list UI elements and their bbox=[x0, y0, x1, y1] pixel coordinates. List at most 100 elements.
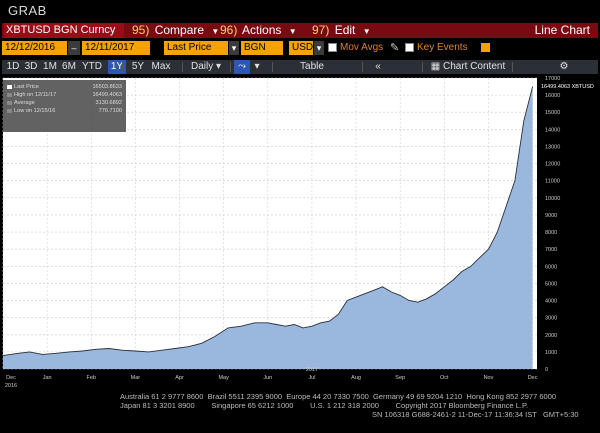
key-events-checkbox[interactable] bbox=[405, 43, 414, 52]
chevron-down-icon: ▼ bbox=[288, 27, 297, 36]
y-tick-label: 1000 bbox=[545, 350, 557, 356]
compare-number: 95) bbox=[132, 23, 150, 37]
y-tick-label: 2000 bbox=[545, 333, 557, 339]
y-tick-label: 7000 bbox=[545, 247, 557, 253]
x-tick-label: Apr bbox=[175, 375, 184, 381]
y-tick-label: 12000 bbox=[545, 162, 560, 168]
chevron-down-icon[interactable]: ▾ bbox=[314, 41, 324, 55]
legend-swatch bbox=[7, 108, 12, 113]
y-tick-label: 13000 bbox=[545, 144, 560, 150]
last-price-label: 16499.4063 XBTUSD bbox=[541, 84, 594, 90]
source-field[interactable]: BGN bbox=[241, 41, 283, 55]
legend-item: High on 12/11/17 bbox=[7, 91, 56, 99]
settings-bar: 12/12/2016 – 12/11/2017 Last Price ▾ BGN… bbox=[2, 40, 598, 58]
period-button-1m[interactable]: 1M bbox=[42, 60, 58, 74]
x-tick-label: May bbox=[218, 375, 229, 381]
key-events-options-icon[interactable] bbox=[481, 43, 490, 52]
y-tick-label: 5000 bbox=[545, 281, 557, 287]
x-tick-label: Jul bbox=[308, 375, 315, 381]
pencil-icon[interactable]: ✎ bbox=[390, 41, 399, 55]
key-events-label: Key Events bbox=[417, 42, 468, 53]
legend-value: 776.7100 bbox=[98, 108, 122, 114]
actions-number: 96) bbox=[220, 23, 238, 37]
x-tick-label: Dec bbox=[6, 375, 16, 381]
x-tick-label: Jun bbox=[263, 375, 272, 381]
legend-swatch bbox=[7, 92, 12, 97]
compare-label: Compare bbox=[154, 23, 205, 37]
x-tick-label: Nov bbox=[484, 375, 494, 381]
period-toolbar: 1D 3D 1M 6M YTD 1Y 5Y Max Daily ▾ ⤳ ▾ Table « ▦ Chart… bbox=[2, 60, 598, 74]
y-tick-label: 10000 bbox=[545, 196, 560, 202]
period-button-5y[interactable]: 5Y bbox=[130, 60, 146, 74]
actions-button[interactable]: 96) Actions ▼ bbox=[220, 23, 297, 38]
x-tick-label: Mar bbox=[131, 375, 141, 381]
chevron-down-icon[interactable]: ▾ bbox=[229, 41, 239, 55]
legend-label: Average bbox=[14, 100, 35, 106]
actions-label: Actions bbox=[242, 23, 282, 37]
end-date-field[interactable]: 12/11/2017 bbox=[82, 41, 150, 55]
legend-item: Average bbox=[7, 99, 35, 107]
toolbar-divider bbox=[182, 62, 183, 72]
window-title: GRAB bbox=[0, 0, 600, 22]
period-button-1y[interactable]: 1Y bbox=[108, 60, 126, 74]
period-button-3d[interactable]: 3D bbox=[23, 60, 39, 74]
edit-label: Edit bbox=[334, 23, 356, 37]
x-tick-label: Sep bbox=[395, 375, 405, 381]
toolbar-divider bbox=[362, 62, 363, 72]
gear-icon[interactable]: ⚙ bbox=[556, 60, 572, 74]
period-button-1d[interactable]: 1D bbox=[6, 60, 20, 74]
y-tick-label: 15000 bbox=[545, 110, 560, 116]
period-button-6m[interactable]: 6M bbox=[61, 60, 77, 74]
edit-button[interactable]: 97) Edit ▼ bbox=[312, 23, 371, 38]
field-select[interactable]: Last Price bbox=[164, 41, 228, 55]
y-tick-label: 6000 bbox=[545, 264, 557, 270]
chevron-down-icon[interactable]: ▾ bbox=[252, 60, 262, 74]
currency-field[interactable]: USD bbox=[289, 41, 313, 55]
dash-separator: – bbox=[68, 41, 80, 55]
legend-value: 16503.8633 bbox=[92, 84, 122, 90]
ticker-field[interactable]: XBTUSD BGN Curncy bbox=[4, 23, 124, 38]
legend-label: Low on 12/15/16 bbox=[14, 108, 56, 114]
y-tick-label: 3000 bbox=[545, 316, 557, 322]
period-button-ytd[interactable]: YTD bbox=[81, 60, 103, 74]
period-button-max[interactable]: Max bbox=[151, 60, 171, 74]
x-tick-label: Aug bbox=[351, 375, 361, 381]
y-tick-label: 14000 bbox=[545, 127, 560, 133]
chart-area[interactable]: 0 1000 2000 3000 4000 5000 6000 7000 8000 9000 100… bbox=[0, 75, 600, 389]
legend-label: High on 12/11/17 bbox=[14, 92, 57, 98]
toolbar-divider bbox=[122, 62, 123, 72]
mov-avgs-label: Mov Avgs bbox=[340, 42, 384, 53]
compare-button[interactable]: 95) Compare ▼ bbox=[132, 23, 219, 38]
collapse-icon[interactable]: « bbox=[370, 60, 386, 74]
menu-bar: XBTUSD BGN Curncy 95) Compare ▼ 96) Acti… bbox=[2, 23, 598, 38]
chevron-down-icon: ▼ bbox=[211, 27, 220, 36]
chart-type-title: Line Chart bbox=[534, 23, 590, 37]
y-tick-label: 11000 bbox=[545, 179, 560, 185]
toolbar-divider bbox=[230, 62, 231, 72]
x-tick-year-label: 2016 bbox=[5, 383, 17, 388]
legend-value: 16499.4063 bbox=[92, 92, 122, 98]
legend-swatch bbox=[7, 84, 12, 89]
x-tick-year-label: 2017 bbox=[306, 367, 318, 373]
y-tick-label: 17000 bbox=[545, 76, 560, 82]
legend-label: Last Price bbox=[14, 84, 39, 90]
mov-avgs-checkbox[interactable] bbox=[328, 43, 337, 52]
y-tick-label: 4000 bbox=[545, 299, 557, 305]
toolbar-divider bbox=[272, 62, 273, 72]
toolbar-divider bbox=[422, 62, 423, 72]
toolbar-divider bbox=[512, 62, 513, 72]
footer-contact-line: Australia 61 2 9777 8600 Brazil 5511 239… bbox=[120, 392, 557, 401]
frequency-select[interactable]: Daily ▾ bbox=[186, 60, 226, 74]
legend-item: Last Price bbox=[7, 83, 39, 91]
y-tick-label: 16000 bbox=[545, 93, 560, 99]
legend-swatch bbox=[7, 100, 12, 105]
x-tick-label: Jan bbox=[43, 375, 52, 381]
x-tick-label: Oct bbox=[440, 375, 449, 381]
chart-content-button[interactable]: ▦ Chart Content bbox=[428, 60, 508, 74]
start-date-field[interactable]: 12/12/2016 bbox=[2, 41, 67, 55]
x-tick-label: Feb bbox=[87, 375, 96, 381]
table-button[interactable]: Table bbox=[282, 60, 342, 74]
chart-type-icon[interactable]: ⤳ bbox=[234, 60, 250, 74]
legend-item: Low on 12/15/16 bbox=[7, 107, 55, 115]
chart-legend: Last Price 16503.8633 High on 12/11/17 1649… bbox=[3, 80, 126, 132]
